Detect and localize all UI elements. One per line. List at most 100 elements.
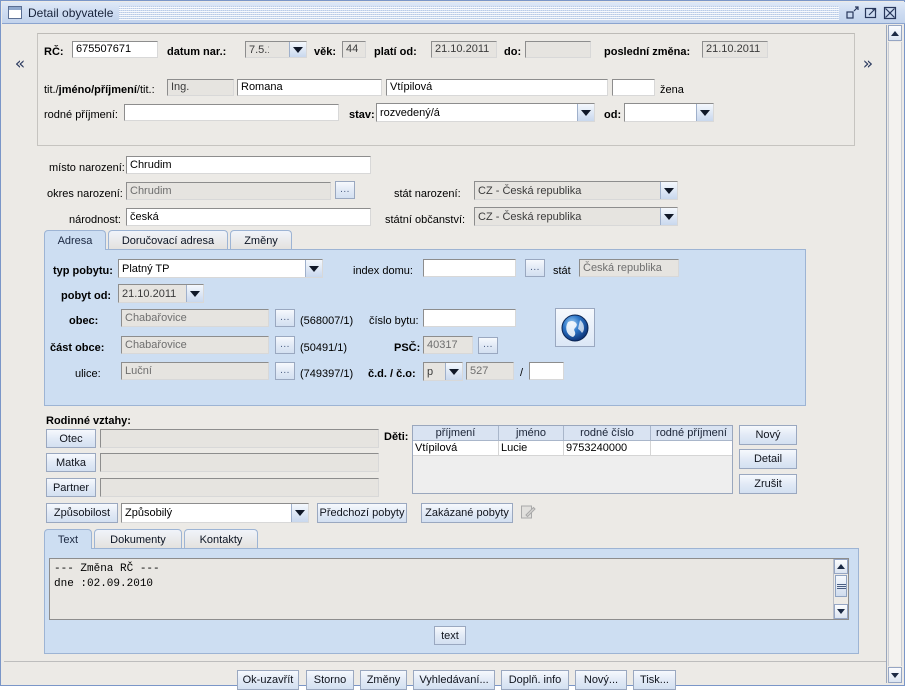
column-rodne-cislo[interactable]: rodné číslo <box>564 426 651 441</box>
prev-record-icon[interactable]: « <box>11 54 29 74</box>
house-index-browse-button[interactable]: ... <box>525 259 545 277</box>
birth-place-label: místo narození: <box>49 162 125 174</box>
street-input[interactable]: Luční <box>121 362 269 380</box>
additional-info-button[interactable]: Doplň. info <box>501 670 569 690</box>
chevron-down-icon[interactable] <box>577 104 594 121</box>
previous-stays-button[interactable]: Předchozí pobyty <box>317 503 407 523</box>
valid-to-value[interactable] <box>525 41 591 58</box>
city-part-browse-button[interactable]: ... <box>275 336 295 354</box>
stay-type-value: Platný TP <box>122 262 170 275</box>
new-button[interactable]: Nový... <box>575 670 627 690</box>
tab-zmeny[interactable]: Změny <box>230 230 292 250</box>
name-label-bold: jméno/příjmení <box>58 84 137 96</box>
forbidden-stays-button[interactable]: Zakázané pobyty <box>421 503 513 523</box>
street-label: ulice: <box>75 368 101 380</box>
birth-place-input[interactable]: Chrudim <box>126 156 371 174</box>
scrollbar-track[interactable] <box>888 42 902 666</box>
scroll-thumb-grip <box>836 583 846 589</box>
nationality-input[interactable]: česká <box>126 208 371 226</box>
last-change-value: 21.10.2011 <box>702 41 768 58</box>
titlebar-drag-area[interactable] <box>119 5 839 20</box>
father-button[interactable]: Otec <box>46 429 96 448</box>
psc-browse-button[interactable]: ... <box>478 337 498 354</box>
stay-from-label: pobyt od: <box>61 290 112 302</box>
children-new-button[interactable]: Nový <box>739 425 797 445</box>
note-scrollbar[interactable] <box>833 559 848 619</box>
capacity-button[interactable]: Způsobilost <box>46 503 118 523</box>
restore-icon[interactable] <box>845 5 860 20</box>
nationality-label: národnost: <box>69 214 121 226</box>
children-delete-button[interactable]: Zrušit <box>739 474 797 494</box>
note-scroll-thumb[interactable] <box>835 575 847 597</box>
window-vertical-scrollbar[interactable] <box>886 25 902 683</box>
chevron-down-icon[interactable] <box>186 285 203 302</box>
note-scroll-up-icon[interactable] <box>834 559 848 574</box>
partner-button[interactable]: Partner <box>46 478 96 497</box>
scroll-down-icon[interactable] <box>888 667 902 683</box>
tab-dorucovaci-adresa[interactable]: Doručovací adresa <box>108 230 228 250</box>
house-index-input[interactable] <box>423 259 516 277</box>
note-textarea[interactable]: --- Změna RČ --- dne :02.09.2010 <box>49 558 849 620</box>
scroll-up-icon[interactable] <box>888 25 902 41</box>
children-table-empty-area[interactable] <box>413 456 732 493</box>
flat-number-input[interactable] <box>423 309 516 327</box>
street-browse-button[interactable]: ... <box>275 362 295 380</box>
children-table[interactable]: příjmení jméno rodné číslo rodné příjmen… <box>412 425 733 494</box>
stay-type-combo[interactable]: Platný TP <box>118 259 323 278</box>
capacity-combo[interactable]: Způsobilý <box>121 503 309 523</box>
close-icon[interactable] <box>883 6 898 20</box>
chevron-down-icon[interactable] <box>291 504 308 522</box>
rc-input[interactable]: 675507671 <box>72 41 158 58</box>
last-name-input[interactable]: Vtípilová <box>386 79 608 96</box>
chevron-down-icon[interactable] <box>660 208 677 225</box>
age-label: věk: <box>314 46 337 58</box>
changes-button[interactable]: Změny <box>360 670 407 690</box>
birth-district-input[interactable]: Chrudim <box>126 182 331 200</box>
table-row[interactable]: Vtípilová Lucie 9753240000 <box>413 441 732 456</box>
tab-adresa[interactable]: Adresa <box>44 230 106 250</box>
globe-icon[interactable] <box>555 308 595 347</box>
storno-button[interactable]: Storno <box>306 670 354 690</box>
chevron-down-icon[interactable] <box>305 260 322 277</box>
status-from-combo[interactable] <box>624 103 714 122</box>
title-before-input[interactable]: Ing. <box>167 79 234 96</box>
birth-district-browse-button[interactable]: ... <box>335 181 355 199</box>
children-detail-button[interactable]: Detail <box>739 449 797 469</box>
cd-number-input[interactable]: 527 <box>466 362 514 380</box>
column-jmeno[interactable]: jméno <box>499 426 564 441</box>
tab-kontakty[interactable]: Kontakty <box>184 529 258 549</box>
maiden-name-input[interactable] <box>124 104 339 121</box>
birth-date-dropdown[interactable] <box>269 41 307 58</box>
valid-from-value[interactable]: 21.10.2011 <box>431 41 497 58</box>
chevron-down-icon[interactable] <box>660 182 677 199</box>
maximize-icon[interactable] <box>864 6 879 20</box>
cell-prijmeni: Vtípilová <box>413 441 499 456</box>
cd-type-combo[interactable]: p <box>423 362 463 381</box>
column-prijmeni[interactable]: příjmení <box>413 426 499 441</box>
co-number-input[interactable] <box>529 362 564 380</box>
chevron-down-icon[interactable] <box>445 363 462 380</box>
mother-button[interactable]: Matka <box>46 453 96 472</box>
text-button[interactable]: text <box>434 626 466 645</box>
status-combo[interactable]: rozvedený/á <box>376 103 595 122</box>
psc-input[interactable]: 40317 <box>423 336 473 354</box>
cd-co-separator: / <box>520 367 524 379</box>
birth-state-combo[interactable]: CZ - Česká republika <box>474 181 678 200</box>
tab-dokumenty[interactable]: Dokumenty <box>94 529 182 549</box>
ok-close-button[interactable]: Ok-uzavřít <box>237 670 299 690</box>
city-input[interactable]: Chabařovice <box>121 309 269 327</box>
chevron-down-icon[interactable] <box>289 42 306 57</box>
title-after-input[interactable] <box>612 79 655 96</box>
chevron-down-icon[interactable] <box>696 104 713 121</box>
first-name-input[interactable]: Romana <box>237 79 382 96</box>
print-button[interactable]: Tisk... <box>633 670 676 690</box>
city-browse-button[interactable]: ... <box>275 309 295 327</box>
column-rodne-prijmeni[interactable]: rodné příjmení <box>651 426 732 441</box>
search-button[interactable]: Vyhledávaní... <box>413 670 495 690</box>
citizenship-combo[interactable]: CZ - Česká republika <box>474 207 678 226</box>
note-scroll-down-icon[interactable] <box>834 604 848 619</box>
city-part-input[interactable]: Chabařovice <box>121 336 269 354</box>
next-record-icon[interactable]: » <box>859 54 877 74</box>
stay-from-combo[interactable]: 21.10.2011 <box>118 284 204 303</box>
tab-text[interactable]: Text <box>44 529 92 549</box>
